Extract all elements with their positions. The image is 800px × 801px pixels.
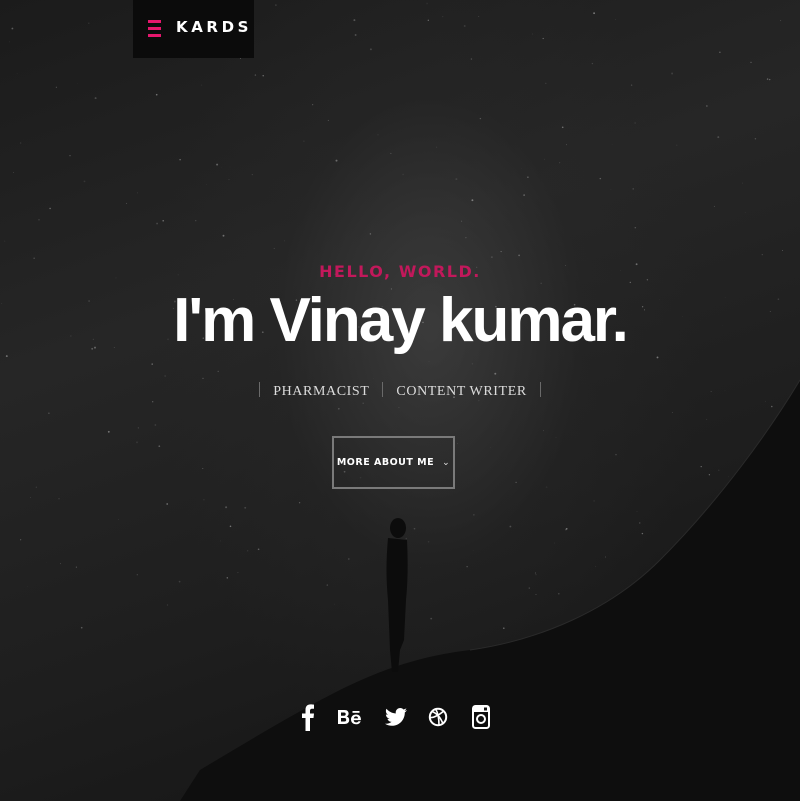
site-header-logo[interactable]: KARDS [133, 0, 254, 58]
more-about-me-label: MORE ABOUT ME [336, 457, 435, 468]
page-title: I'm Vinay kumar. [173, 286, 629, 355]
dribbble-icon[interactable] [428, 701, 448, 733]
divider [382, 382, 384, 397]
facebook-icon[interactable] [300, 701, 316, 733]
role-content-writer: CONTENT WRITER [396, 384, 527, 399]
logo-text: KARDS [176, 18, 253, 36]
greeting-text: HELLO, WORLD. [319, 262, 481, 281]
chevron-down-icon: ⌄ [442, 457, 451, 468]
instagram-icon[interactable] [472, 701, 490, 733]
person-silhouette [386, 518, 408, 672]
roles-list: PHARMACIST CONTENT WRITER [0, 382, 800, 400]
behance-icon[interactable] [338, 701, 362, 733]
twitter-icon[interactable] [385, 701, 407, 733]
divider [259, 382, 261, 397]
menu-icon[interactable] [148, 20, 161, 37]
role-pharmacist: PHARMACIST [273, 384, 370, 399]
social-links [0, 701, 800, 735]
divider [539, 382, 541, 397]
hero-section: KARDS HELLO, WORLD. I'm Vinay kumar. PHA… [0, 0, 800, 801]
more-about-me-button[interactable]: MORE ABOUT ME ⌄ [332, 436, 455, 489]
